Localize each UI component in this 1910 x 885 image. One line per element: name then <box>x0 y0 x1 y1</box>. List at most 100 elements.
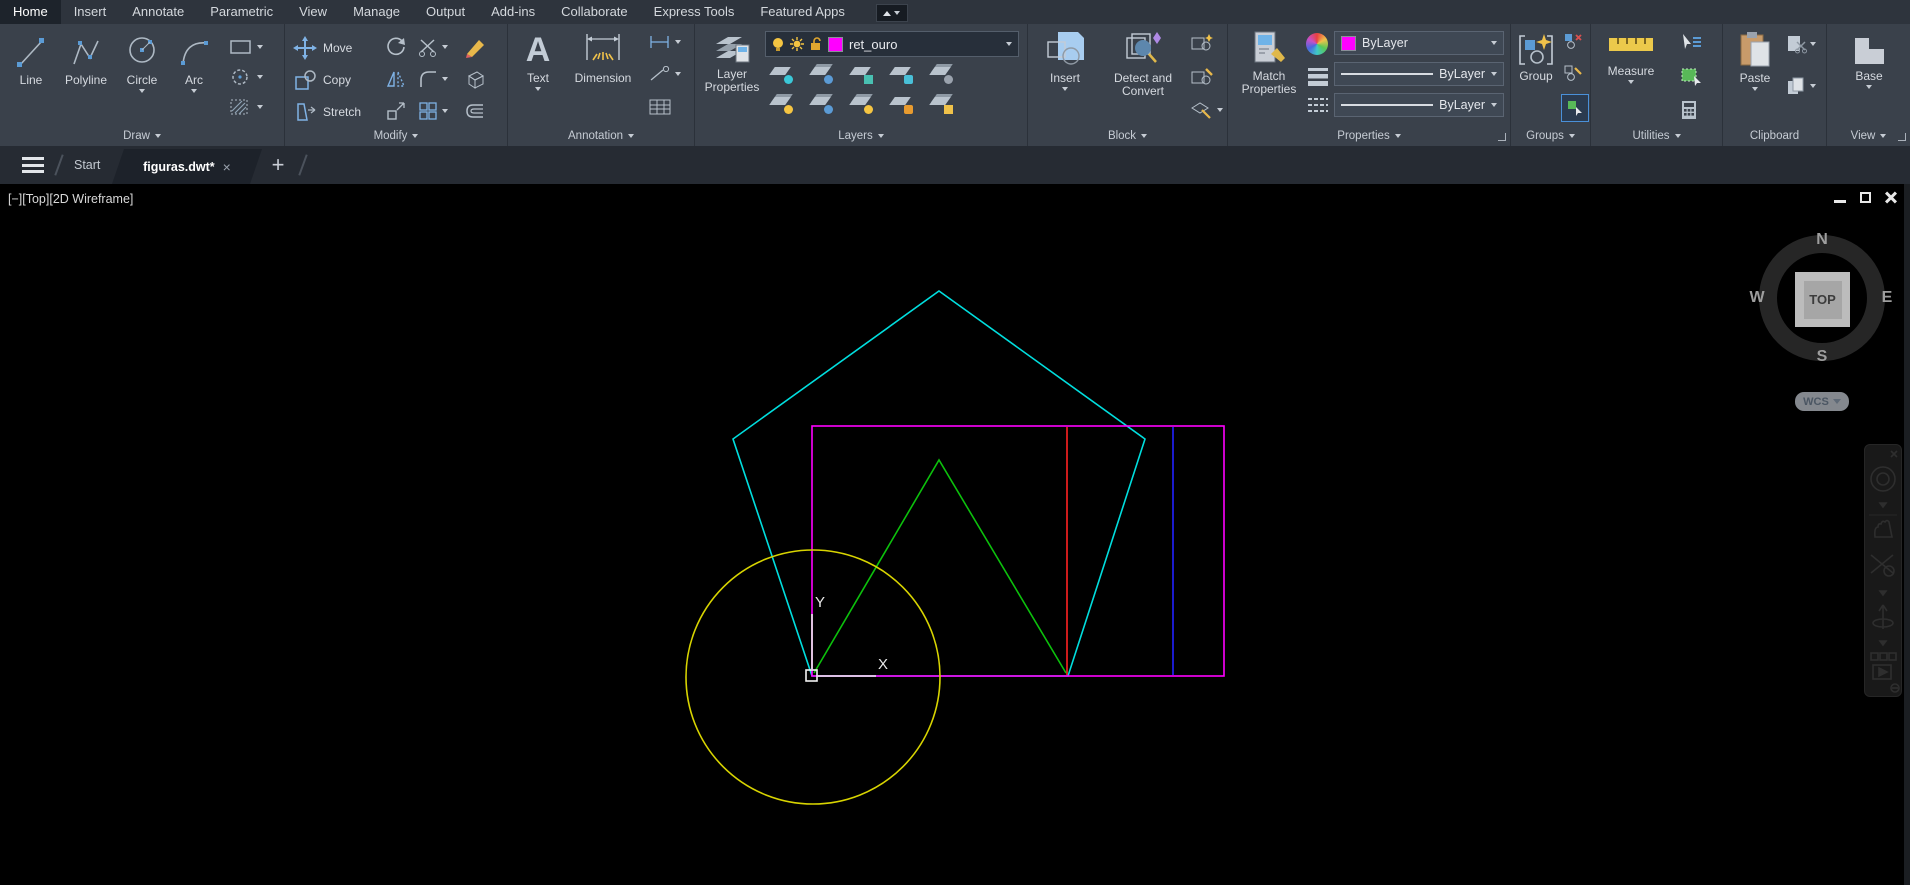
dimension-button[interactable]: Dimension <box>566 30 640 85</box>
offset-button[interactable] <box>463 100 487 122</box>
panel-label-modify[interactable]: Modify <box>285 126 507 146</box>
measure-button[interactable]: Measure <box>1599 38 1663 84</box>
magenta-rectangle[interactable] <box>811 425 1225 677</box>
panel-label-draw[interactable]: Draw <box>0 126 284 146</box>
menu-tab-view[interactable]: View <box>286 0 340 24</box>
menu-tab-collaborate[interactable]: Collaborate <box>548 0 641 24</box>
edit-block-button[interactable] <box>1190 66 1214 86</box>
navigation-bar[interactable] <box>1864 444 1902 697</box>
viewcube-top-face[interactable]: TOP <box>1795 272 1850 327</box>
array-button[interactable] <box>417 100 448 122</box>
menu-tab-featured-apps[interactable]: Featured Apps <box>747 0 858 24</box>
trim-button[interactable] <box>417 36 448 58</box>
line-button[interactable]: Line <box>6 32 56 87</box>
match-properties-button[interactable]: Match Properties <box>1236 30 1302 96</box>
minimize-icon[interactable] <box>1834 200 1846 203</box>
tab-start[interactable]: Start <box>74 146 100 184</box>
hatch-tool-button[interactable] <box>228 98 263 116</box>
scale-button[interactable] <box>385 100 407 122</box>
close-tab-icon[interactable]: × <box>223 160 231 174</box>
layer-unlock-button[interactable] <box>889 94 915 114</box>
compass-west[interactable]: W <box>1749 289 1764 307</box>
group-edit-button[interactable] <box>1563 64 1583 82</box>
compass-south[interactable]: S <box>1817 348 1828 366</box>
layer-lock-button[interactable] <box>889 64 915 84</box>
hamburger-menu-icon[interactable] <box>22 157 44 173</box>
layer-make-current-button[interactable] <box>929 64 955 84</box>
group-button[interactable]: Group <box>1513 32 1559 83</box>
lineweight-dropdown[interactable]: ByLayer <box>1334 62 1504 86</box>
paste-button[interactable]: Paste <box>1731 30 1779 91</box>
quick-select-button[interactable] <box>1679 32 1703 52</box>
ungroup-button[interactable] <box>1563 32 1583 50</box>
linear-dimension-button[interactable] <box>648 34 681 50</box>
insert-block-button[interactable]: Insert <box>1040 30 1090 91</box>
panel-label-utilities[interactable]: Utilities <box>1591 126 1722 146</box>
arc-button[interactable]: Arc <box>172 32 216 93</box>
mirror-button[interactable] <box>385 68 407 90</box>
compass-east[interactable]: E <box>1882 289 1893 307</box>
layer-unisolate-button[interactable] <box>809 94 835 114</box>
menu-tab-parametric[interactable]: Parametric <box>197 0 286 24</box>
menu-tab-home[interactable]: Home <box>0 0 61 24</box>
restore-icon[interactable] <box>1860 192 1871 203</box>
circle-button[interactable]: Circle <box>116 32 168 93</box>
stretch-button[interactable]: Stretch <box>293 100 361 124</box>
layer-isolate-button[interactable] <box>809 64 835 84</box>
yellow-circle[interactable] <box>685 549 941 805</box>
rotate-button[interactable] <box>385 36 407 58</box>
model-space-canvas[interactable]: [−][Top][2D Wireframe] N W E S TOP WCS Y… <box>0 184 1910 885</box>
menu-tab-output[interactable]: Output <box>413 0 478 24</box>
close-icon[interactable] <box>1884 191 1898 204</box>
dialog-launcher-icon[interactable] <box>1898 133 1906 141</box>
group-selection-toggle[interactable] <box>1561 94 1589 122</box>
menu-tab-addins[interactable]: Add-ins <box>478 0 548 24</box>
detect-and-convert-button[interactable]: Detect and Convert <box>1100 30 1186 98</box>
leader-button[interactable] <box>648 66 681 82</box>
panel-label-groups[interactable]: Groups <box>1511 126 1590 146</box>
layer-select-dropdown[interactable]: ret_ouro <box>765 31 1019 57</box>
wcs-menu[interactable]: WCS <box>1795 392 1849 411</box>
new-tab-button[interactable]: + <box>266 153 290 177</box>
base-button[interactable]: Base <box>1845 32 1893 89</box>
panel-label-block[interactable]: Block <box>1028 126 1227 146</box>
menu-tab-express-tools[interactable]: Express Tools <box>641 0 748 24</box>
fillet-button[interactable] <box>417 68 448 90</box>
scrollbar-strip[interactable] <box>1904 184 1910 885</box>
rectangle-tool-button[interactable] <box>228 38 263 56</box>
explode-button[interactable] <box>463 68 487 90</box>
panel-label-annotation[interactable]: Annotation <box>508 126 694 146</box>
text-button[interactable]: A Text <box>516 30 560 91</box>
copy-button[interactable]: Copy <box>293 68 351 92</box>
select-similar-button[interactable] <box>1679 66 1703 86</box>
dialog-launcher-icon[interactable] <box>1498 133 1506 141</box>
menu-tab-manage[interactable]: Manage <box>340 0 413 24</box>
layer-on-button[interactable] <box>769 94 795 114</box>
table-button[interactable] <box>648 98 672 116</box>
menu-tab-insert[interactable]: Insert <box>61 0 120 24</box>
ellipse-tool-button[interactable] <box>228 68 263 86</box>
quick-calculator-button[interactable] <box>1679 100 1699 120</box>
create-block-button[interactable] <box>1190 32 1214 52</box>
block-attributes-button[interactable] <box>1190 100 1223 120</box>
linetype-dropdown[interactable]: ByLayer <box>1334 93 1504 117</box>
panel-label-properties[interactable]: Properties <box>1228 126 1510 146</box>
polyline-button[interactable]: Polyline <box>58 32 114 87</box>
compass-north[interactable]: N <box>1816 231 1828 249</box>
object-color-dropdown[interactable]: ByLayer <box>1334 31 1504 55</box>
layer-freeze-button[interactable] <box>849 64 875 84</box>
copy-clip-button[interactable] <box>1785 76 1816 96</box>
layer-off-button[interactable] <box>769 64 795 84</box>
panel-label-layers[interactable]: Layers <box>695 126 1027 146</box>
cut-button[interactable] <box>1785 34 1816 54</box>
erase-button[interactable] <box>463 36 487 58</box>
tab-active-drawing[interactable]: figuras.dwt* × <box>112 149 262 184</box>
layer-match-button[interactable] <box>929 94 955 114</box>
layer-thaw-button[interactable] <box>849 94 875 114</box>
ribbon-collapse-button[interactable] <box>875 4 908 22</box>
menu-tab-annotate[interactable]: Annotate <box>119 0 197 24</box>
cyan-pentagon[interactable] <box>732 290 1146 677</box>
panel-label-clipboard[interactable]: Clipboard <box>1723 126 1826 146</box>
green-zigzag[interactable] <box>813 458 1067 674</box>
move-button[interactable]: Move <box>293 36 352 60</box>
